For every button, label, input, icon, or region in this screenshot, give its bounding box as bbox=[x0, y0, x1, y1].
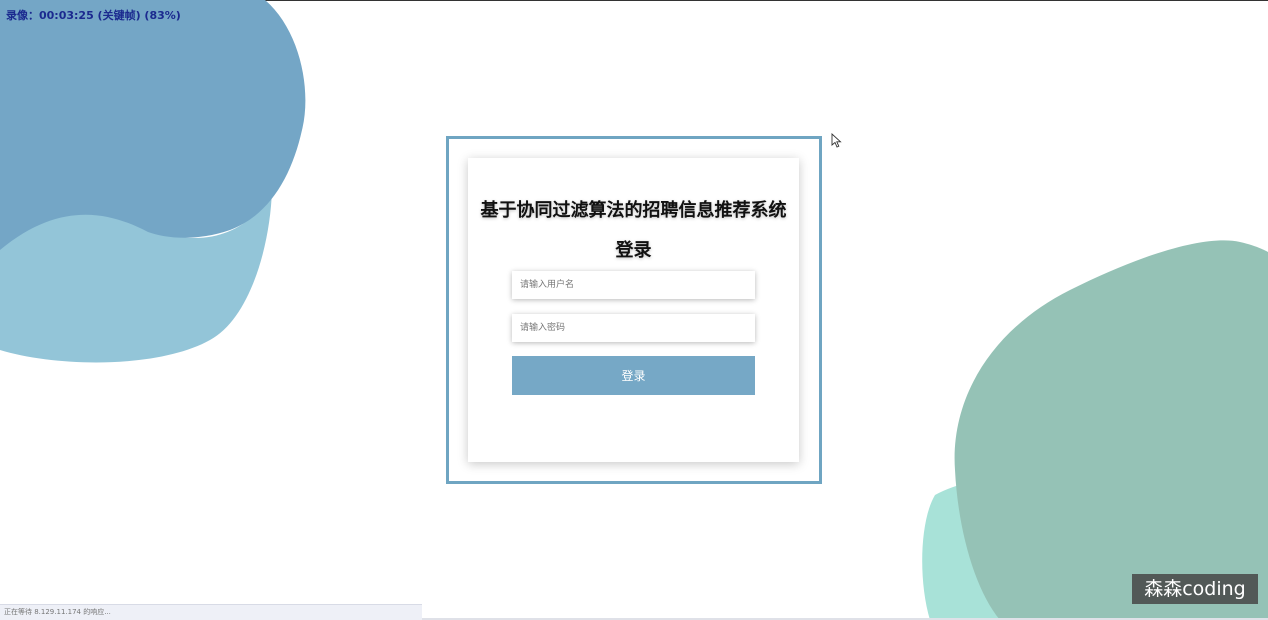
browser-status-bar: 正在等待 8.129.11.174 的响应... bbox=[0, 604, 422, 620]
login-button[interactable]: 登录 bbox=[512, 356, 755, 395]
login-heading: 登录 bbox=[615, 240, 652, 261]
watermark: 森森coding bbox=[1132, 574, 1258, 604]
mouse-pointer-icon bbox=[831, 133, 842, 148]
username-input[interactable] bbox=[512, 271, 755, 299]
blob-green bbox=[954, 240, 1268, 620]
status-text: 正在等待 8.129.11.174 的响应... bbox=[4, 608, 111, 616]
password-input[interactable] bbox=[512, 314, 755, 342]
system-title: 基于协同过滤算法的招聘信息推荐系统 bbox=[480, 200, 787, 221]
login-card: 基于协同过滤算法的招聘信息推荐系统 登录 登录 bbox=[468, 158, 799, 462]
recording-indicator: 录像：00:03:25 (关键帧) (83%) bbox=[6, 9, 181, 22]
